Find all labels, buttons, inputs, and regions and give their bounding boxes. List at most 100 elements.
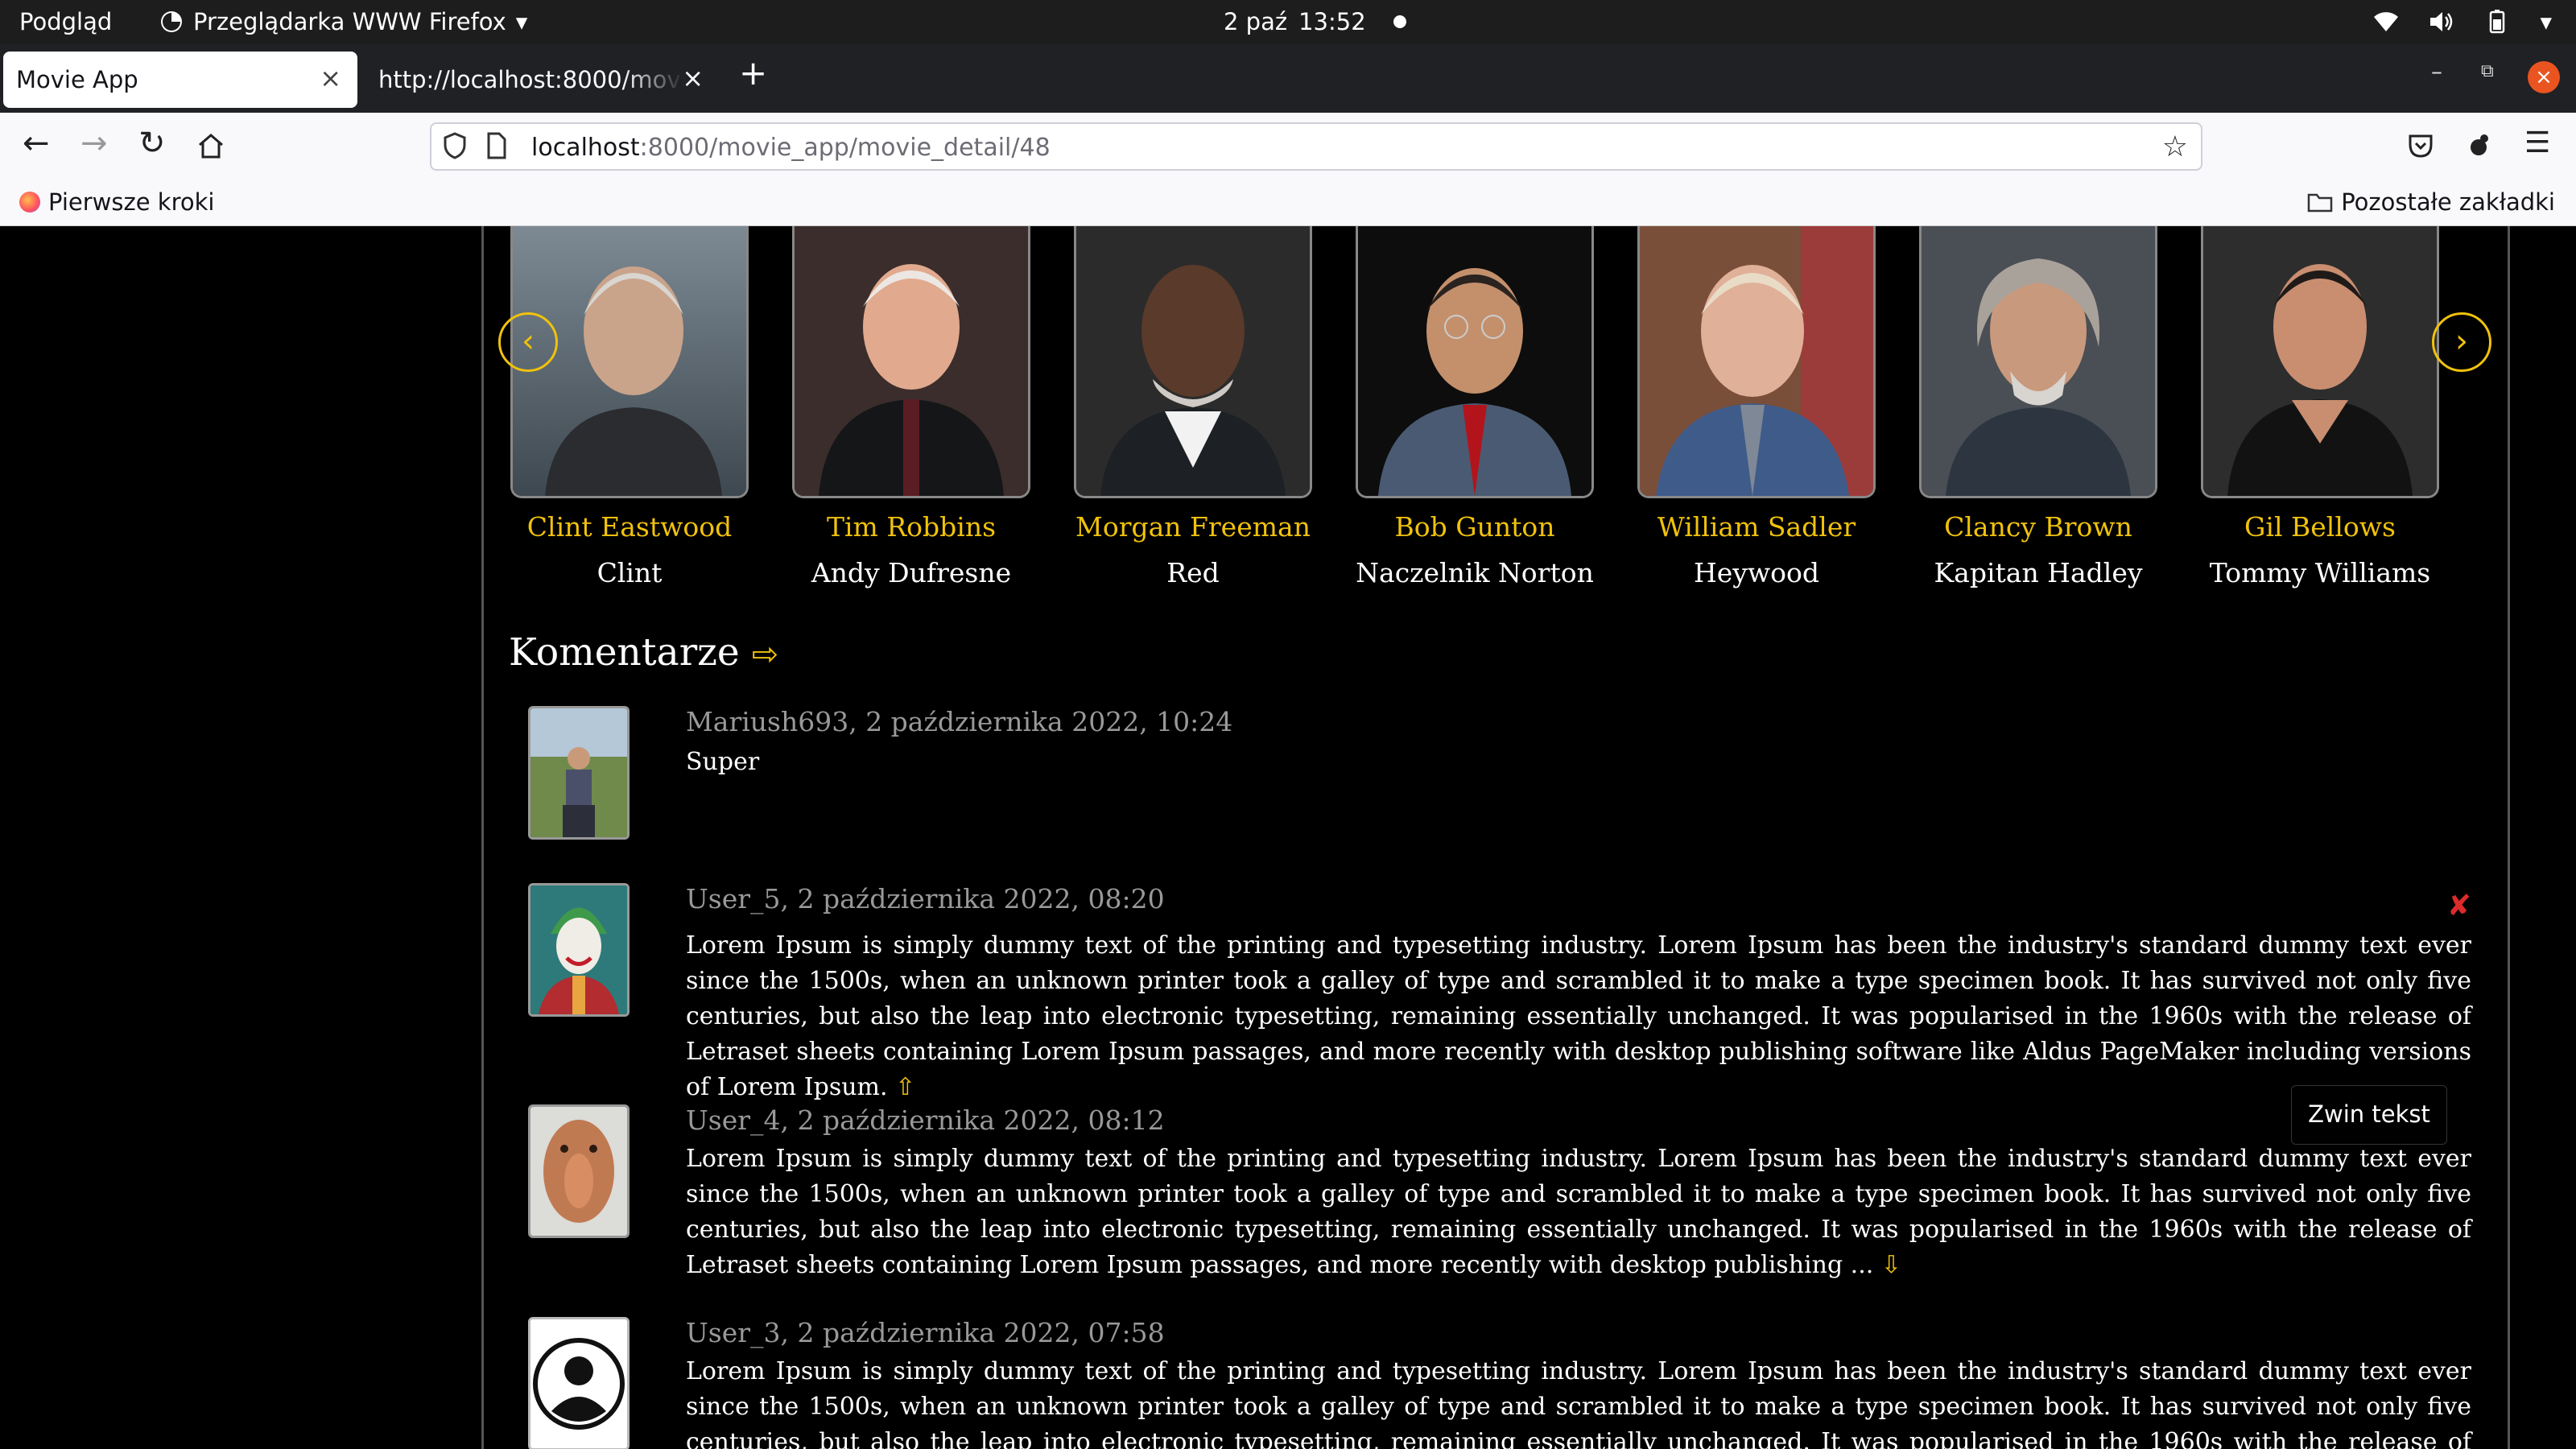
volume-icon [2430, 12, 2453, 31]
comments-arrow-icon[interactable]: ⇨ [752, 636, 779, 673]
comments-title: Komentarze [509, 630, 740, 675]
app-menu[interactable]: Przeglądarka WWW Firefox ▾ [159, 8, 527, 35]
actor-photo [1074, 226, 1312, 498]
comment-meta: Mariush693, 2 października 2022, 10:24 [686, 706, 1233, 737]
bookmarks-toolbar: Pierwsze kroki Pozostałe zakładki [0, 180, 2576, 226]
date-label: 2 paź [1224, 8, 1288, 35]
wifi-icon [2374, 12, 2399, 31]
restore-button[interactable]: ⧉ [2481, 61, 2494, 81]
actor-name[interactable]: Morgan Freeman [1072, 511, 1314, 543]
page-icon [487, 132, 506, 159]
cast-card[interactable]: Bob Gunton Naczelnik Norton [1354, 226, 1596, 588]
actor-name[interactable]: Gil Bellows [2199, 511, 2441, 543]
comment-text: Lorem Ipsum is simply dummy text of the … [686, 1357, 2471, 1449]
role-name: Tommy Williams [2209, 557, 2431, 588]
page-content: Clint Eastwood Clint Tim Robbins Andy Du… [0, 226, 2576, 1449]
activities-button[interactable]: Podgląd [19, 8, 112, 35]
role-name: Red [1166, 557, 1220, 588]
window-close-button[interactable]: × [2528, 61, 2560, 93]
comment-text: Lorem Ipsum is simply dummy text of the … [686, 928, 2471, 1105]
bookmark-label: Pierwsze kroki [48, 188, 215, 216]
cast-card[interactable]: Tim Robbins Andy Dufresne [791, 226, 1032, 588]
role-name: Heywood [1693, 557, 1820, 588]
close-tab-icon[interactable]: × [682, 63, 704, 93]
notification-dot [1393, 15, 1406, 28]
back-arrow-icon[interactable]: ← [23, 127, 50, 159]
close-tab-icon[interactable]: × [320, 63, 341, 93]
avatar [528, 706, 630, 840]
actor-name[interactable]: Bob Gunton [1354, 511, 1596, 543]
actor-name[interactable]: Clint Eastwood [509, 511, 750, 543]
collapse-text-icon[interactable]: ⇧ [895, 1073, 915, 1101]
other-bookmarks-label: Pozostałe zakładki [2341, 188, 2555, 216]
expand-text-icon[interactable]: ⇩ [1881, 1251, 1901, 1279]
tab-localhost[interactable]: http://localhost:8000/movie_app/movie_de… [364, 52, 710, 108]
default-user-icon [530, 1319, 627, 1448]
battery-icon [2490, 10, 2505, 34]
reload-icon[interactable]: ↻ [138, 127, 166, 159]
clock[interactable]: 2 paź 13:52 [1224, 8, 1406, 35]
system-tray[interactable]: ▾ [2372, 8, 2552, 35]
carousel-next-button[interactable]: › [2432, 312, 2491, 372]
url-bar[interactable]: localhost:8000/movie_app/movie_detail/48… [430, 122, 2202, 171]
tray-chevron-down-icon: ▾ [2540, 8, 2552, 35]
actor-name[interactable]: William Sadler [1636, 511, 1877, 543]
firefox-icon [161, 11, 182, 32]
pocket-icon[interactable] [2407, 132, 2434, 159]
shield-icon[interactable] [443, 132, 467, 159]
comment-meta: User_3, 2 października 2022, 07:58 [686, 1317, 1165, 1348]
folder-icon [2307, 193, 2333, 213]
comment-text: Super [686, 748, 760, 776]
bookmark-star-icon[interactable]: ☆ [2162, 130, 2188, 163]
role-name: Andy Dufresne [811, 557, 1012, 588]
forward-arrow-icon[interactable]: → [80, 127, 108, 159]
other-bookmarks[interactable]: Pozostałe zakładki [2307, 188, 2555, 216]
extensions-icon[interactable] [2465, 132, 2492, 159]
comment-text: Lorem Ipsum is simply dummy text of the … [686, 1141, 2471, 1283]
cast-card[interactable]: Gil Bellows Tommy Williams [2199, 226, 2441, 588]
url-text[interactable]: localhost:8000/movie_app/movie_detail/48 [531, 134, 1051, 162]
avatar [528, 1317, 630, 1449]
actor-name[interactable]: Tim Robbins [791, 511, 1032, 543]
actor-photo [792, 226, 1030, 498]
os-top-bar: Podgląd Przeglądarka WWW Firefox ▾ 2 paź… [0, 0, 2576, 43]
url-path: :8000/movie_app/movie_detail/48 [639, 134, 1051, 162]
comments-heading: Komentarze ⇨ [509, 630, 778, 675]
role-name: Naczelnik Norton [1356, 557, 1594, 588]
navigation-bar: ← → ↻ localhost:8000/movie_app/movie_det… [0, 113, 2576, 180]
avatar [528, 1104, 630, 1238]
time-label: 13:52 [1298, 8, 1366, 35]
bookmark-first-steps[interactable]: Pierwsze kroki [19, 188, 214, 216]
carousel-prev-button[interactable]: ‹ [498, 312, 558, 372]
url-host: localhost [531, 134, 640, 162]
comment-meta: User_4, 2 października 2022, 08:12 [686, 1104, 1165, 1136]
tab-movie-app[interactable]: Movie App × [3, 52, 357, 108]
tooltip: Zwin tekst [2291, 1085, 2447, 1145]
cast-card[interactable]: Clint Eastwood Clint [509, 226, 750, 588]
comment-body: Lorem Ipsum is simply dummy text of the … [686, 931, 2471, 1101]
actor-photo [2201, 226, 2439, 498]
comment-body: Lorem Ipsum is simply dummy text of the … [686, 1145, 2471, 1279]
chevron-down-icon: ▾ [515, 8, 528, 35]
role-name: Clint [597, 557, 663, 588]
actor-name[interactable]: Clancy Brown [1918, 511, 2159, 543]
avatar [528, 883, 630, 1017]
app-menu-label: Przeglądarka WWW Firefox [193, 8, 506, 35]
actor-photo [1637, 226, 1876, 498]
chevron-right-icon: › [2455, 323, 2468, 360]
firefox-icon [19, 192, 40, 213]
minimize-button[interactable]: – [2431, 58, 2442, 85]
chevron-left-icon: ‹ [522, 323, 535, 360]
tab-strip: Movie App × http://localhost:8000/movie_… [0, 43, 2576, 113]
home-icon[interactable] [196, 132, 225, 159]
tab-label: http://localhost:8000/movie_app/movie_de… [378, 66, 684, 93]
menu-icon[interactable]: ☰ [2524, 129, 2550, 158]
comment-meta: User_5, 2 października 2022, 08:20 [686, 883, 1165, 914]
cast-card[interactable]: William Sadler Heywood [1636, 226, 1877, 588]
tab-label: Movie App [16, 66, 138, 93]
new-tab-button[interactable]: + [739, 56, 767, 90]
role-name: Kapitan Hadley [1934, 557, 2143, 588]
cast-card[interactable]: Morgan Freeman Red [1072, 226, 1314, 588]
delete-comment-icon[interactable]: ✘ [2447, 890, 2471, 923]
cast-card[interactable]: Clancy Brown Kapitan Hadley [1918, 226, 2159, 588]
